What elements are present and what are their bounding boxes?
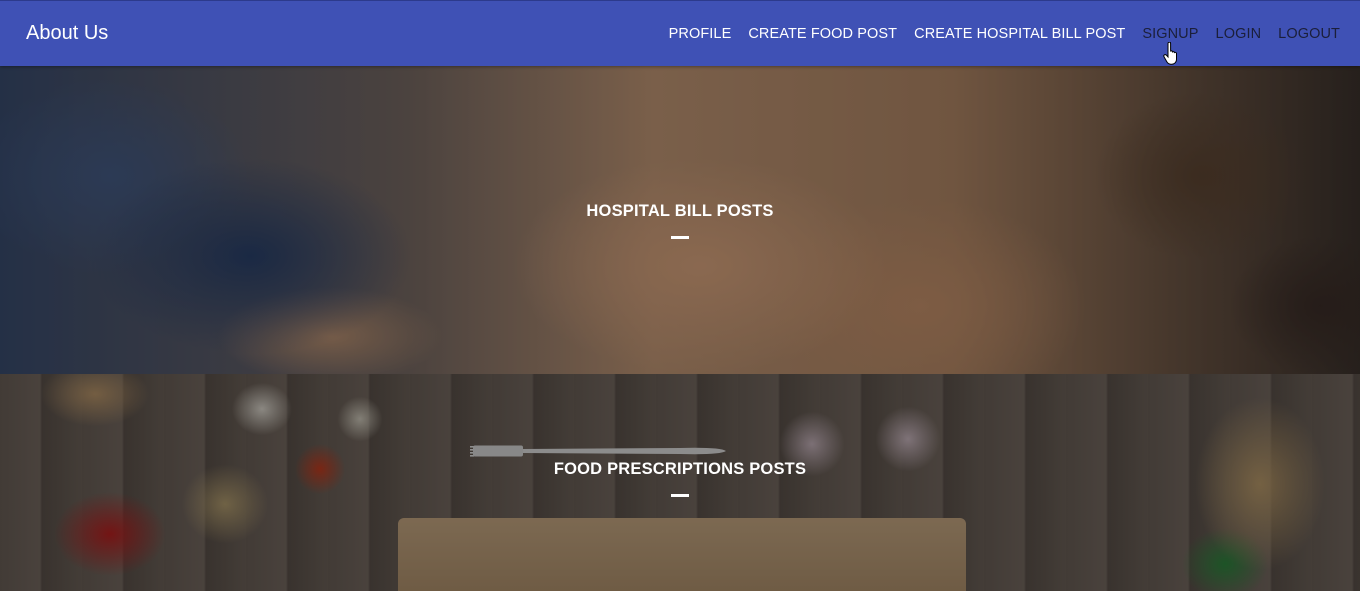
- nav-links: PROFILE CREATE FOOD POST CREATE HOSPITAL…: [652, 1, 1340, 66]
- nav-link-create-food-post[interactable]: CREATE FOOD POST: [748, 26, 897, 42]
- hospital-bill-posts-banner[interactable]: HOSPITAL BILL POSTS: [0, 66, 1360, 374]
- title-divider: [671, 235, 689, 239]
- nav-link-create-hospital-bill-post[interactable]: CREATE HOSPITAL BILL POST: [914, 26, 1125, 42]
- nav-link-signup[interactable]: SIGNUP: [1142, 26, 1198, 42]
- nav-link-logout[interactable]: LOGOUT: [1278, 26, 1340, 42]
- nav-link-profile[interactable]: PROFILE: [669, 26, 732, 42]
- banner-overlay: [0, 374, 1360, 591]
- hospital-bill-posts-title[interactable]: HOSPITAL BILL POSTS: [586, 202, 773, 221]
- brand-link[interactable]: About Us: [26, 22, 108, 45]
- food-prescriptions-posts-banner[interactable]: FOOD PRESCRIPTIONS POSTS: [0, 374, 1360, 591]
- top-navbar: About Us PROFILE CREATE FOOD POST CREATE…: [0, 0, 1360, 66]
- title-divider: [671, 494, 689, 497]
- hand-pointer-icon: [1163, 41, 1179, 71]
- nav-link-login[interactable]: LOGIN: [1216, 26, 1262, 42]
- food-prescriptions-posts-title[interactable]: FOOD PRESCRIPTIONS POSTS: [554, 460, 806, 479]
